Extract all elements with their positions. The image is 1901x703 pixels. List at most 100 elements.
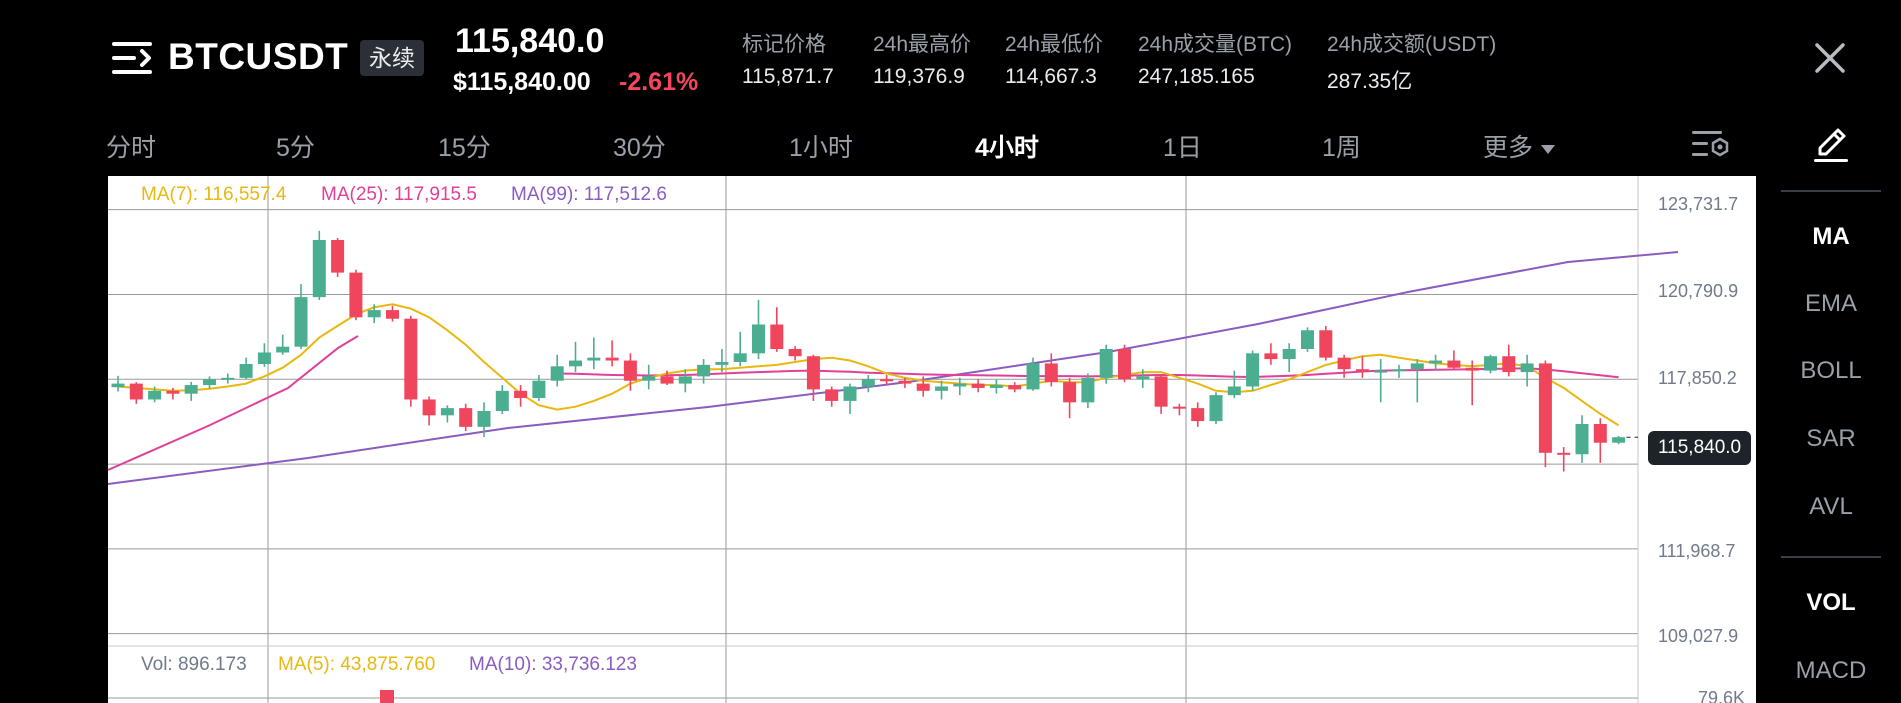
candle-body [660, 376, 674, 384]
candle-body [1191, 408, 1205, 422]
candle-body [514, 390, 528, 399]
candle-body [989, 385, 1003, 388]
chart-settings-icon[interactable] [1690, 126, 1730, 162]
indicator-ema[interactable]: EMA [1781, 290, 1881, 318]
candle-body [203, 379, 216, 386]
candle-body [806, 356, 820, 390]
candle-body [386, 310, 399, 319]
candle-body [1081, 377, 1095, 403]
volume-btc-label: 24h成交量(BTC) [1138, 33, 1293, 56]
candle-body [111, 383, 125, 388]
y-axis-label: 123,731.7 [1658, 194, 1739, 214]
candle-body [166, 390, 180, 394]
candle-body [1557, 452, 1571, 455]
candle-body [752, 324, 765, 354]
candle-body [935, 386, 948, 391]
last-price: 115,840.0 [455, 22, 605, 60]
candle-body [440, 408, 454, 416]
volume-btc-value: 247,185.165 [1138, 65, 1255, 88]
candle-body [1575, 423, 1589, 455]
volume-ma10-legend: MA(10): 33,736.123 [469, 654, 637, 675]
low-24h-value: 114,667.3 [1005, 65, 1097, 88]
candle-body [605, 357, 619, 361]
indicator-vol[interactable]: VOL [1781, 589, 1881, 617]
candle-body [733, 353, 747, 362]
candle-body [459, 408, 473, 427]
indicator-macd[interactable]: MACD [1781, 657, 1881, 685]
candle-body [678, 376, 692, 384]
kline-chart[interactable]: MA(7): 116,557.4 MA(25): 117,915.5 MA(99… [108, 176, 1756, 703]
draw-pencil-icon[interactable] [1812, 124, 1850, 164]
candle-body [953, 383, 967, 387]
candle-body [843, 386, 857, 401]
candle-body [898, 380, 912, 384]
candle-body [1099, 349, 1113, 378]
candle-body [1118, 349, 1131, 380]
candle-body [1612, 437, 1626, 443]
candle-body [825, 389, 839, 401]
candle-body [1246, 353, 1260, 387]
candle-body [1410, 363, 1424, 370]
candle-body [1008, 385, 1022, 390]
y-axis-label: 120,790.9 [1658, 281, 1739, 301]
high-24h-value: 119,376.9 [873, 65, 965, 88]
mark-price-label: 标记价格 [742, 33, 826, 56]
candle-body [1465, 367, 1479, 371]
candle-body [770, 324, 784, 350]
candle-body [1374, 370, 1388, 373]
close-icon[interactable] [1812, 40, 1848, 76]
candle-body [861, 379, 875, 387]
candle-body [1538, 363, 1552, 453]
contract-type-badge: 永续 [360, 40, 424, 76]
candle-body [1227, 386, 1241, 396]
menu-icon[interactable] [110, 38, 154, 78]
symbol-title[interactable]: BTCUSDT [168, 36, 348, 78]
indicator-avl[interactable]: AVL [1781, 493, 1881, 521]
candle-body [367, 310, 381, 318]
candle-body [587, 357, 601, 361]
candle-body [1044, 363, 1058, 383]
caret-down-icon [1541, 144, 1556, 154]
indicator-sar[interactable]: SAR [1781, 425, 1881, 453]
candle-body [623, 360, 637, 381]
candle-body [184, 385, 198, 394]
candle-body [257, 352, 271, 364]
candle-body [1520, 363, 1534, 373]
indicator-ma[interactable]: MA [1781, 223, 1881, 251]
candle-body [1154, 376, 1168, 407]
candle-body [495, 390, 509, 411]
indicator-boll[interactable]: BOLL [1781, 357, 1881, 385]
timeframe-tab-5m[interactable]: 5分 [276, 128, 315, 164]
candle-body [1063, 382, 1077, 403]
timeframe-more-dropdown[interactable]: 更多 [1483, 128, 1556, 164]
volume-ma5-legend: MA(5): 43,875.760 [278, 654, 436, 675]
candlestick-chart-svg[interactable] [108, 176, 1756, 703]
candle-body [1484, 356, 1497, 371]
volume-legend: Vol: 896.173 [141, 654, 247, 675]
current-price-tag: 115,840.0 [1648, 431, 1752, 465]
timeframe-tab-1d[interactable]: 1日 [1163, 128, 1202, 164]
price-change-percent: -2.61% [619, 68, 699, 96]
timeframe-tab-30m[interactable]: 30分 [613, 128, 666, 164]
turnover-usdt-value: 287.35亿 [1327, 70, 1413, 93]
timeframe-tab-4h[interactable]: 4小时 [975, 128, 1039, 164]
candle-body [880, 379, 894, 382]
candle-body [294, 297, 308, 347]
candle-body [1282, 349, 1296, 360]
candle-body [477, 411, 491, 427]
turnover-usdt-label: 24h成交额(USDT) [1327, 33, 1497, 56]
usd-price: $115,840.00 [453, 68, 591, 96]
candle-body [697, 364, 711, 377]
candle-body [1209, 395, 1223, 422]
candle-body [1301, 330, 1314, 350]
timeframe-tab-1h[interactable]: 1小时 [789, 128, 853, 164]
timeframe-tab-15m[interactable]: 15分 [438, 128, 491, 164]
ma99-legend: MA(99): 117,512.6 [511, 184, 667, 205]
candle-body [788, 349, 802, 357]
candle-body [971, 383, 985, 388]
timeframe-tab-1w[interactable]: 1周 [1322, 128, 1361, 164]
candle-body [312, 240, 326, 298]
ma25-legend: MA(25): 117,915.5 [321, 184, 477, 205]
timeframe-tab-line[interactable]: 分时 [106, 128, 156, 164]
ma25-warmup-line [108, 335, 359, 471]
